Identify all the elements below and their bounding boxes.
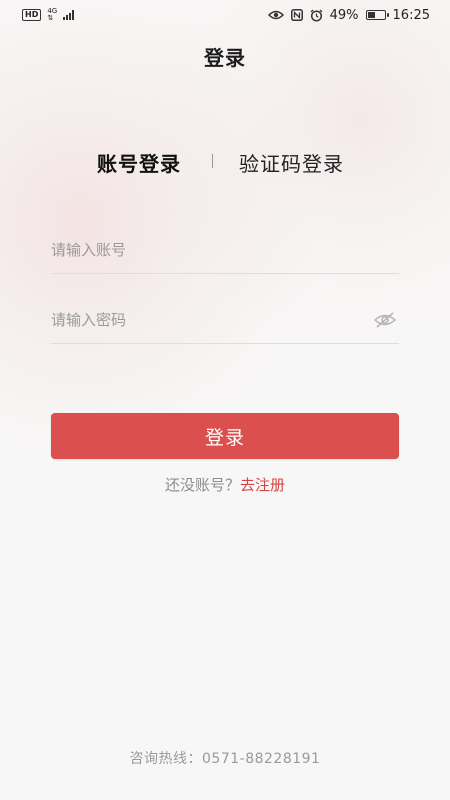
data-arrows-icon: ⇅ [47,14,54,22]
account-input[interactable] [51,226,351,273]
account-field [51,226,399,274]
status-right: 49% 16:25 [267,7,430,23]
battery-fill [367,12,375,18]
battery-icon [365,10,389,20]
eye-off-icon[interactable] [373,311,397,329]
password-input[interactable] [51,296,351,343]
background [0,0,450,800]
login-tabs: 账号登录 验证码登录 [0,148,450,180]
tab-divider [212,154,213,168]
status-left: HD 4G ⇅ [22,8,75,22]
nfc-icon [290,9,303,21]
register-prompt: 还没账号？ [164,476,240,494]
network-type: 4G ⇅ [47,8,57,22]
status-bar: HD 4G ⇅ 49% 16:25 [0,0,450,30]
signal-icon [63,10,75,20]
tab-account-login[interactable]: 账号登录 [97,148,181,177]
hd-badge: HD [22,9,42,21]
alarm-icon [310,9,323,22]
register-row: 还没账号？去注册 [0,474,450,495]
tab-code-login[interactable]: 验证码登录 [239,148,344,177]
register-link[interactable]: 去注册 [240,476,285,494]
eye-icon [267,10,284,20]
clock: 16:25 [392,7,430,23]
password-field [51,296,399,344]
login-button[interactable]: 登录 [51,413,399,459]
battery-percent: 49% [329,7,359,23]
service-hotline: 咨询热线：0571-88228191 [129,751,321,767]
page-title: 登录 [204,46,246,70]
